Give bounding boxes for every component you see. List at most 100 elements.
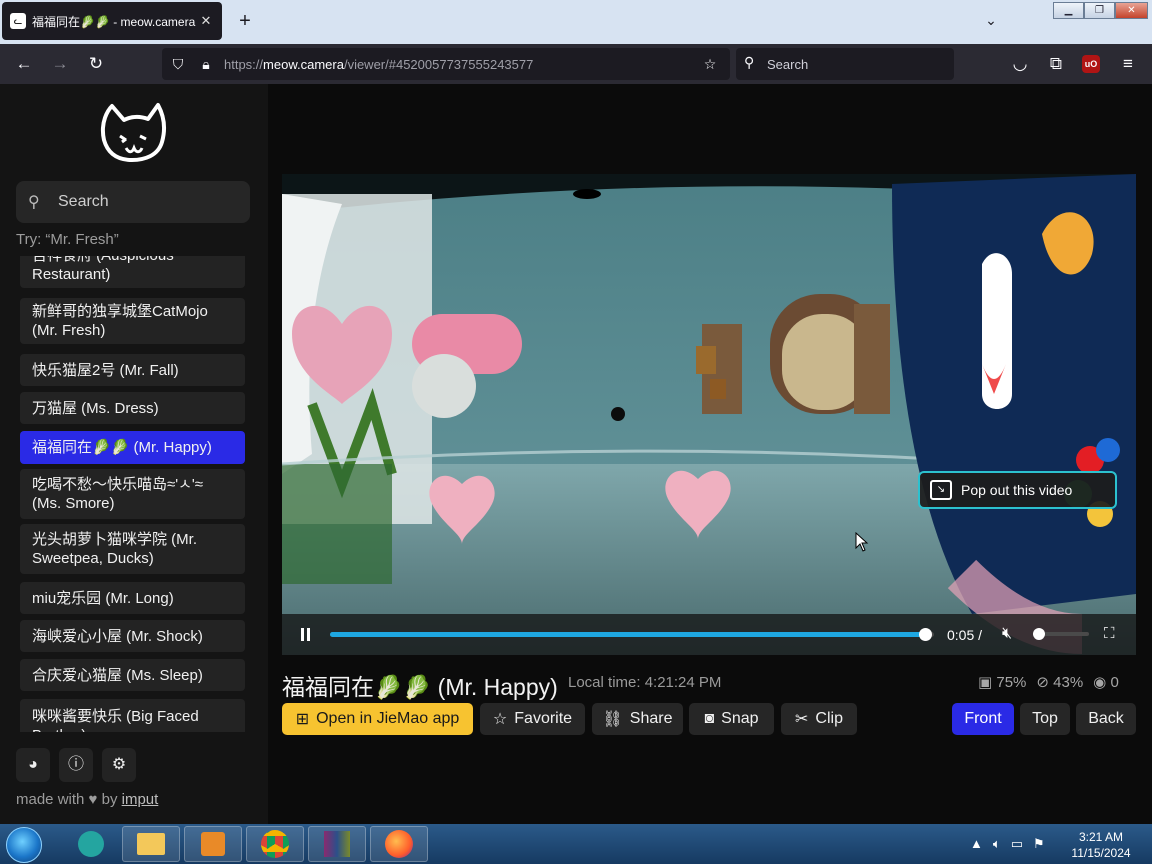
video-control-bar: 0:05 / 🔇︎ ⛶ xyxy=(282,614,1136,655)
page: ⚲ Search Try: “Mr. Fresh” 吉祥食府 (Auspicio… xyxy=(0,84,1152,824)
fullscreen-icon[interactable]: ⛶ xyxy=(1104,625,1115,642)
star-icon: ☆ xyxy=(492,711,508,728)
start-button-icon[interactable] xyxy=(6,827,42,863)
shield-icon[interactable]: ⛉ xyxy=(168,54,188,74)
close-window-icon[interactable]: ✕ xyxy=(1115,2,1148,19)
file-explorer-icon[interactable] xyxy=(122,826,180,862)
pop-out-label: Pop out this video xyxy=(961,482,1073,498)
water-stat: ⊘ 43% xyxy=(1036,674,1084,691)
pop-out-video-button[interactable]: ↘ Pop out this video xyxy=(918,471,1117,509)
close-tab-icon[interactable]: ✕ xyxy=(198,13,214,29)
media-player-icon[interactable] xyxy=(184,826,242,862)
food-stat: ▣ 75% xyxy=(978,674,1027,691)
browser-tab-active[interactable]: ᓚ 福福同在🥬🥬 - meow.camera ✕ xyxy=(2,2,222,40)
lock-icon[interactable]: 🔒︎ xyxy=(196,54,216,74)
network-icon[interactable]: ▭ xyxy=(1011,836,1023,852)
system-clock[interactable]: 3:21 AM 11/15/2024 xyxy=(1066,829,1136,861)
winrar-icon[interactable] xyxy=(308,826,366,862)
front-view-button[interactable]: Front xyxy=(952,703,1014,735)
reload-icon[interactable]: ↻ xyxy=(86,54,106,74)
list-item[interactable]: 新鲜哥的独享城堡CatMojo (Mr. Fresh) xyxy=(20,298,245,344)
mute-speaker-icon[interactable]: 🔇︎ xyxy=(1002,625,1012,643)
settings-gear-icon[interactable]: ⚙ xyxy=(102,748,136,782)
browser-search-placeholder: Search xyxy=(767,57,809,72)
pocket-icon[interactable]: ◡ xyxy=(1010,54,1030,74)
window-controls: ▁ ❐ ✕ xyxy=(1053,2,1148,19)
list-item-active[interactable]: 福福同在🥬🥬 (Mr. Happy) xyxy=(20,431,245,464)
seek-bar[interactable] xyxy=(330,628,934,641)
url-bar[interactable]: ⛉ 🔒︎ https://meow.camera/viewer/#4520057… xyxy=(162,48,730,80)
list-item[interactable]: miu宠乐园 (Mr. Long) xyxy=(20,582,245,614)
camera-title: 福福同在🥬🥬 (Mr. Happy) xyxy=(282,674,558,700)
volume-icon[interactable]: 🔈︎ xyxy=(993,836,1001,852)
browser-nav-bar: ← → ↻ ⛉ 🔒︎ https://meow.camera/viewer/#4… xyxy=(0,44,1152,84)
eye-icon: ◉ xyxy=(1093,674,1107,691)
bookmark-star-icon[interactable]: ☆ xyxy=(700,54,720,74)
viewers-stat: ◉ 0 xyxy=(1093,674,1119,691)
local-time: Local time: 4:21:24 PM xyxy=(568,674,722,691)
ublock-icon[interactable]: uO xyxy=(1082,55,1100,73)
list-tabs-icon[interactable]: ⌄ xyxy=(980,12,1002,32)
forward-arrow-icon[interactable]: → xyxy=(50,54,70,74)
camera-icon: ◙ xyxy=(704,710,715,727)
discord-icon[interactable]: ◕ xyxy=(16,748,50,782)
volume-slider[interactable] xyxy=(1033,628,1089,640)
browser-tab-bar: ᓚ 福福同在🥬🥬 - meow.camera ✕ + ⌄ ▁ ❐ ✕ xyxy=(0,0,1152,44)
new-tab-icon[interactable]: + xyxy=(234,10,256,32)
link-icon: ⛓ xyxy=(602,711,623,728)
made-with-credit: made with ♥ by imput xyxy=(16,791,159,808)
camera-search-input[interactable]: ⚲ Search xyxy=(16,181,250,223)
favorite-button[interactable]: ☆ Favorite xyxy=(480,703,585,735)
time-display: 0:05 / xyxy=(947,627,983,643)
info-icon[interactable]: ⓘ xyxy=(59,748,93,782)
list-item[interactable]: 海峡爱心小屋 (Mr. Shock) xyxy=(20,620,245,652)
action-center-flag-icon[interactable]: ⚑ xyxy=(1033,836,1045,852)
list-item[interactable]: 咪咪酱要快乐 (Big Faced Brother) xyxy=(20,699,245,732)
extensions-icon[interactable]: ⧉ xyxy=(1046,54,1066,74)
back-arrow-icon[interactable]: ← xyxy=(14,54,34,74)
camera-search-placeholder: Search xyxy=(58,193,109,210)
firefox-icon[interactable] xyxy=(370,826,428,862)
url-text[interactable]: https://meow.camera/viewer/#452005773755… xyxy=(224,57,533,72)
list-item[interactable]: 吃喝不愁～快乐喵岛≈'ㅅ'≈ (Ms. Smore) xyxy=(20,469,245,519)
camera-action-row: ⊞ Open in JieMao app ☆ Favorite ⛓ Share … xyxy=(282,703,1136,735)
top-view-button[interactable]: Top xyxy=(1020,703,1070,735)
minimize-icon[interactable]: ▁ xyxy=(1053,2,1084,19)
open-in-app-button[interactable]: ⊞ Open in JieMao app xyxy=(282,703,473,735)
system-tray: ▲ 🔈︎ ▭ ⚑ xyxy=(970,836,1045,852)
water-drop-icon: ⊘ xyxy=(1036,674,1049,691)
list-item[interactable]: 万猫屋 (Ms. Dress) xyxy=(20,392,245,424)
snap-button[interactable]: ◙ Snap xyxy=(689,703,774,735)
camera-video[interactable] xyxy=(282,174,1136,655)
menu-hamburger-icon[interactable]: ≡ xyxy=(1118,54,1138,74)
list-item[interactable]: 快乐猫屋2号 (Mr. Fall) xyxy=(20,354,245,386)
search-icon: ⚲ xyxy=(28,194,40,211)
back-view-button[interactable]: Back xyxy=(1076,703,1136,735)
volume-handle[interactable] xyxy=(1033,628,1045,640)
list-item[interactable]: 光头胡萝卜猫咪学院 (Mr. Sweetpea, Ducks) xyxy=(20,524,245,574)
scissors-icon: ✂ xyxy=(795,711,809,728)
food-bag-icon: ▣ xyxy=(978,674,993,691)
imput-link[interactable]: imput xyxy=(122,791,159,808)
clip-button[interactable]: ✂ Clip xyxy=(781,703,857,735)
sidebar-icon-row: ◕ ⓘ ⚙ xyxy=(16,748,136,782)
share-button[interactable]: ⛓ Share xyxy=(592,703,683,735)
windows-taskbar: ▲ 🔈︎ ▭ ⚑ 3:21 AM 11/15/2024 xyxy=(0,824,1152,864)
maximize-icon[interactable]: ❐ xyxy=(1084,2,1115,19)
app-icon[interactable] xyxy=(62,826,120,862)
search-icon: ⚲ xyxy=(744,54,755,70)
camera-list[interactable]: 吉祥食府 (Auspicious Restaurant) 新鲜哥的独享城堡Cat… xyxy=(16,256,252,732)
chrome-icon[interactable] xyxy=(246,826,304,862)
show-hidden-icons-icon[interactable]: ▲ xyxy=(970,836,983,852)
pause-icon[interactable] xyxy=(300,628,312,641)
list-item[interactable]: 合庆爱心猫屋 (Ms. Sleep) xyxy=(20,659,245,691)
browser-search-bar[interactable]: ⚲ Search xyxy=(736,48,954,80)
seek-progress xyxy=(330,632,925,637)
grid-app-icon: ⊞ xyxy=(295,711,310,728)
list-item[interactable]: 吉祥食府 (Auspicious Restaurant) xyxy=(20,256,245,288)
seek-handle[interactable] xyxy=(918,628,932,641)
mouse-cursor-icon xyxy=(855,532,869,552)
sidebar: ⚲ Search Try: “Mr. Fresh” 吉祥食府 (Auspicio… xyxy=(0,84,268,824)
meow-camera-logo-icon[interactable] xyxy=(98,102,168,164)
clock-time: 3:21 AM xyxy=(1078,830,1124,844)
